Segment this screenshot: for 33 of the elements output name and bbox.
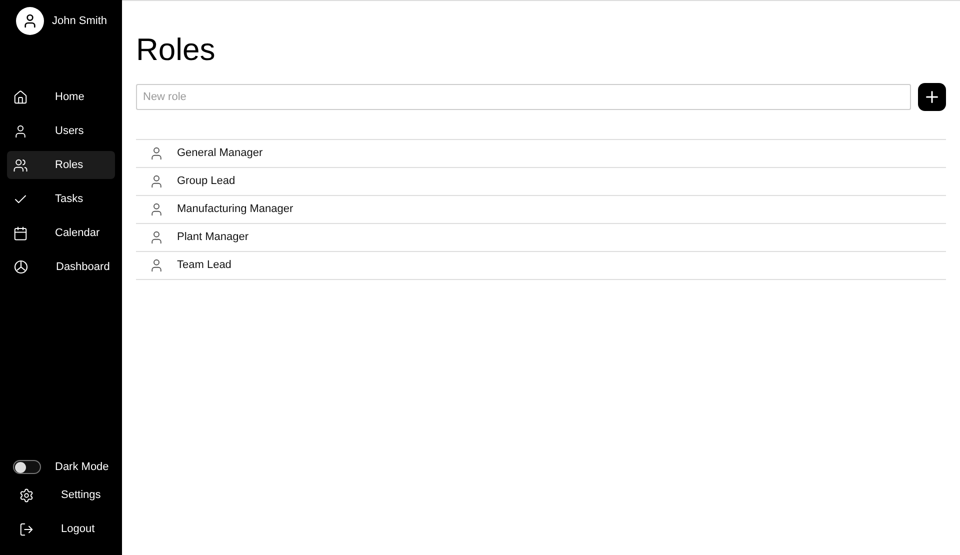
nav-item[interactable]: Users	[7, 117, 115, 145]
nav-item[interactable]: Home	[7, 83, 115, 111]
dashboard-icon	[13, 259, 29, 275]
nav-item[interactable]: Settings	[0, 481, 122, 509]
avatar-icon[interactable]	[16, 7, 44, 35]
home-icon	[13, 90, 28, 104]
nav-item[interactable]: Dashboard	[7, 253, 115, 281]
nav-item[interactable]: Roles	[7, 151, 115, 179]
add-button[interactable]	[918, 83, 946, 111]
calendar-icon	[13, 226, 28, 240]
user-icon	[149, 174, 164, 189]
page-title: Roles	[136, 31, 216, 69]
user-icon	[149, 202, 164, 217]
user-icon	[13, 124, 28, 138]
user-name: John Smith	[52, 14, 108, 29]
user-icon	[149, 146, 164, 161]
plus-icon	[923, 88, 941, 106]
logout-icon	[19, 522, 34, 536]
new-role-field[interactable]: New role	[136, 84, 911, 110]
user-icon	[149, 258, 164, 273]
role-row[interactable]: Plant Manager	[136, 224, 946, 252]
dark-mode-toggle[interactable]	[13, 460, 41, 474]
dark-mode-label: Dark Mode	[55, 460, 109, 475]
role-row[interactable]: Team Lead	[136, 252, 946, 280]
role-row[interactable]: General Manager	[136, 140, 946, 168]
nav-item[interactable]: Calendar	[7, 219, 115, 247]
user-icon	[149, 230, 164, 245]
settings-icon	[19, 488, 34, 502]
role-row[interactable]: Group Lead	[136, 168, 946, 196]
role-row[interactable]: Manufacturing Manager	[136, 196, 946, 224]
users-icon	[13, 158, 28, 172]
nav-item[interactable]: Tasks	[7, 185, 115, 213]
nav-item[interactable]: Logout	[0, 515, 122, 543]
